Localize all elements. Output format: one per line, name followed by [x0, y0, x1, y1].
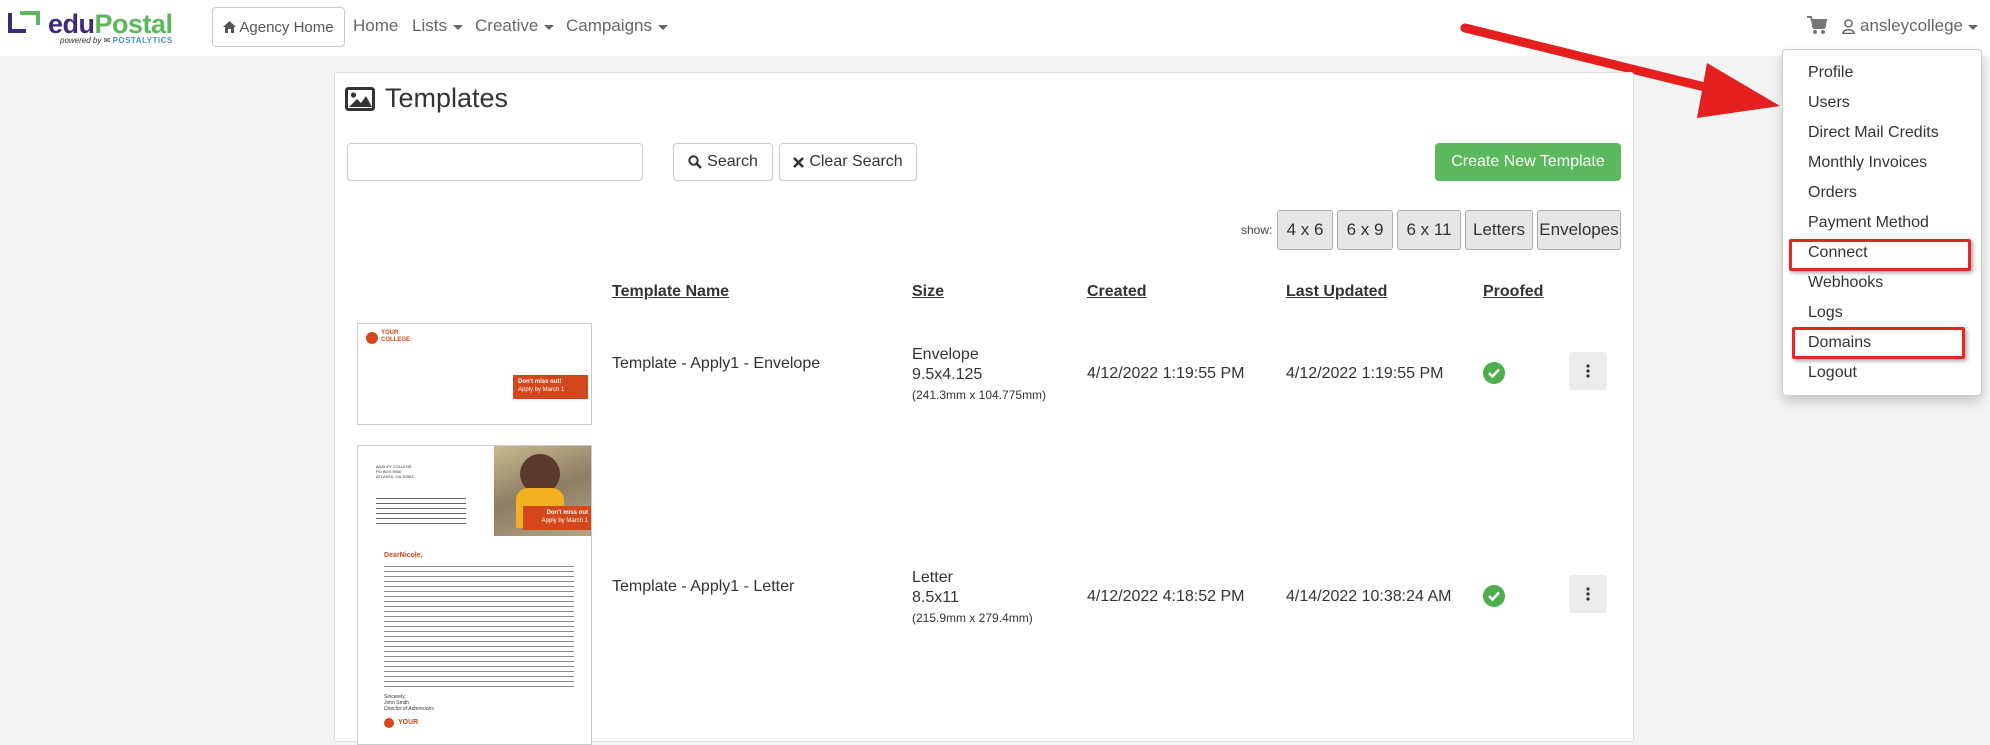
page-title-text: Templates [385, 83, 509, 113]
nav-home[interactable]: Home [353, 16, 398, 36]
menu-item-profile[interactable]: Profile [1808, 64, 1853, 82]
envelope-cta-box: Don't miss out! Apply by March 1 [513, 375, 588, 399]
page-title: Templates [345, 83, 508, 114]
column-header-proofed[interactable]: Proofed [1483, 283, 1543, 301]
menu-item-monthly-invoices[interactable]: Monthly Invoices [1808, 154, 1927, 172]
highlight-box-domains [1792, 327, 1965, 359]
nav-campaigns[interactable]: Campaigns [566, 16, 668, 36]
filter-6x11-button[interactable]: 6 x 11 [1397, 210, 1461, 250]
cart-icon[interactable] [1806, 14, 1828, 36]
row1-created: 4/12/2022 1:19:55 PM [1087, 365, 1245, 382]
clear-search-label: Clear Search [809, 153, 903, 170]
chevron-down-icon [1968, 24, 1979, 30]
row2-updated: 4/14/2022 10:38:24 AM [1286, 588, 1452, 605]
row1-proofed-check-icon [1483, 362, 1505, 384]
image-icon [345, 86, 375, 111]
row2-actions-button[interactable] [1569, 575, 1607, 613]
search-button-label: Search [707, 153, 758, 170]
filter-6x9-button[interactable]: 6 x 9 [1337, 210, 1393, 250]
chevron-down-icon [452, 24, 463, 30]
college-logo-icon [366, 332, 378, 344]
menu-item-logout[interactable]: Logout [1808, 364, 1857, 382]
agency-home-label: Agency Home [239, 18, 334, 36]
letter-cta-box: Don't miss out Apply by March 1 [523, 506, 591, 530]
chevron-down-icon [544, 24, 555, 30]
edupostal-logo[interactable]: eduPostal powered by ✉ POSTALYTICS [8, 9, 178, 47]
menu-item-orders[interactable]: Orders [1808, 184, 1857, 202]
search-input[interactable] [347, 143, 643, 181]
letter-greeting: DearNicole, [384, 552, 423, 559]
column-header-created[interactable]: Created [1087, 283, 1147, 301]
column-header-template-name[interactable]: Template Name [612, 283, 729, 301]
letter-recipient-address [376, 498, 466, 524]
menu-item-direct-mail-credits[interactable]: Direct Mail Credits [1808, 124, 1939, 142]
row2-created: 4/12/2022 4:18:52 PM [1087, 588, 1245, 605]
clear-search-button[interactable]: Clear Search [779, 143, 917, 181]
agency-home-button[interactable]: Agency Home [212, 7, 345, 47]
search-button[interactable]: Search [673, 143, 773, 181]
highlight-box-connect [1789, 239, 1971, 271]
column-header-last-updated[interactable]: Last Updated [1286, 283, 1387, 301]
letter-college-logo-icon [384, 718, 394, 728]
row2-template-name[interactable]: Template - Apply1 - Letter [612, 578, 794, 596]
letter-college-logo: YOUR [398, 719, 419, 726]
row1-size-type: Envelope [912, 346, 979, 363]
row2-proofed-check-icon [1483, 585, 1505, 607]
row1-updated: 4/12/2022 1:19:55 PM [1286, 365, 1444, 382]
letter-signature: Sincerely, John Smith Director of Admiss… [384, 694, 434, 712]
letter-body-text [384, 566, 574, 691]
menu-item-logs[interactable]: Logs [1808, 304, 1843, 322]
row2-size-mm: (215.9mm x 279.4mm) [912, 611, 1033, 625]
kebab-menu-icon [1586, 587, 1590, 601]
row1-template-name[interactable]: Template - Apply1 - Envelope [612, 355, 820, 373]
row1-actions-button[interactable] [1569, 352, 1607, 390]
filter-4x6-button[interactable]: 4 x 6 [1277, 210, 1333, 250]
show-label: show: [1241, 223, 1273, 237]
column-header-size[interactable]: Size [912, 283, 944, 301]
row1-size-mm: (241.3mm x 104.775mm) [912, 388, 1047, 402]
nav-creative[interactable]: Creative [475, 16, 555, 36]
user-menu[interactable]: ansleycollege [1842, 16, 1979, 36]
logo-subtitle: powered by ✉ POSTALYTICS [60, 36, 173, 45]
close-icon [793, 156, 805, 168]
kebab-menu-icon [1586, 364, 1590, 378]
create-new-template-button[interactable]: Create New Template [1435, 143, 1621, 181]
letter-return-address: ANSLEY COLLEGE PO BOX 9000 ATLANTA, GA 3… [376, 464, 414, 479]
filter-letters-button[interactable]: Letters [1465, 210, 1533, 250]
menu-item-webhooks[interactable]: Webhooks [1808, 274, 1883, 292]
user-icon [1842, 18, 1855, 34]
search-icon [688, 155, 702, 169]
menu-item-payment-method[interactable]: Payment Method [1808, 214, 1929, 232]
envelope-college-logo: YOUR COLLEGE [381, 330, 411, 343]
envelope-thumbnail[interactable]: YOUR COLLEGE Don't miss out! Apply by Mar… [357, 323, 592, 425]
letter-thumbnail[interactable]: Don't miss out Apply by March 1 ANSLEY C… [357, 445, 592, 745]
filter-envelopes-button[interactable]: Envelopes [1537, 210, 1621, 250]
row1-size-inches: 9.5x4.125 [912, 366, 983, 383]
chevron-down-icon [658, 24, 668, 30]
user-name: ansleycollege [1860, 16, 1964, 35]
row2-size-type: Letter [912, 569, 953, 586]
nav-lists[interactable]: Lists [412, 16, 463, 36]
menu-item-users[interactable]: Users [1808, 94, 1850, 112]
logo-mark-icon [8, 11, 40, 33]
templates-panel: Templates Search Clear Search Create New… [334, 72, 1634, 745]
home-icon [223, 21, 237, 33]
row2-size-inches: 8.5x11 [912, 589, 959, 606]
